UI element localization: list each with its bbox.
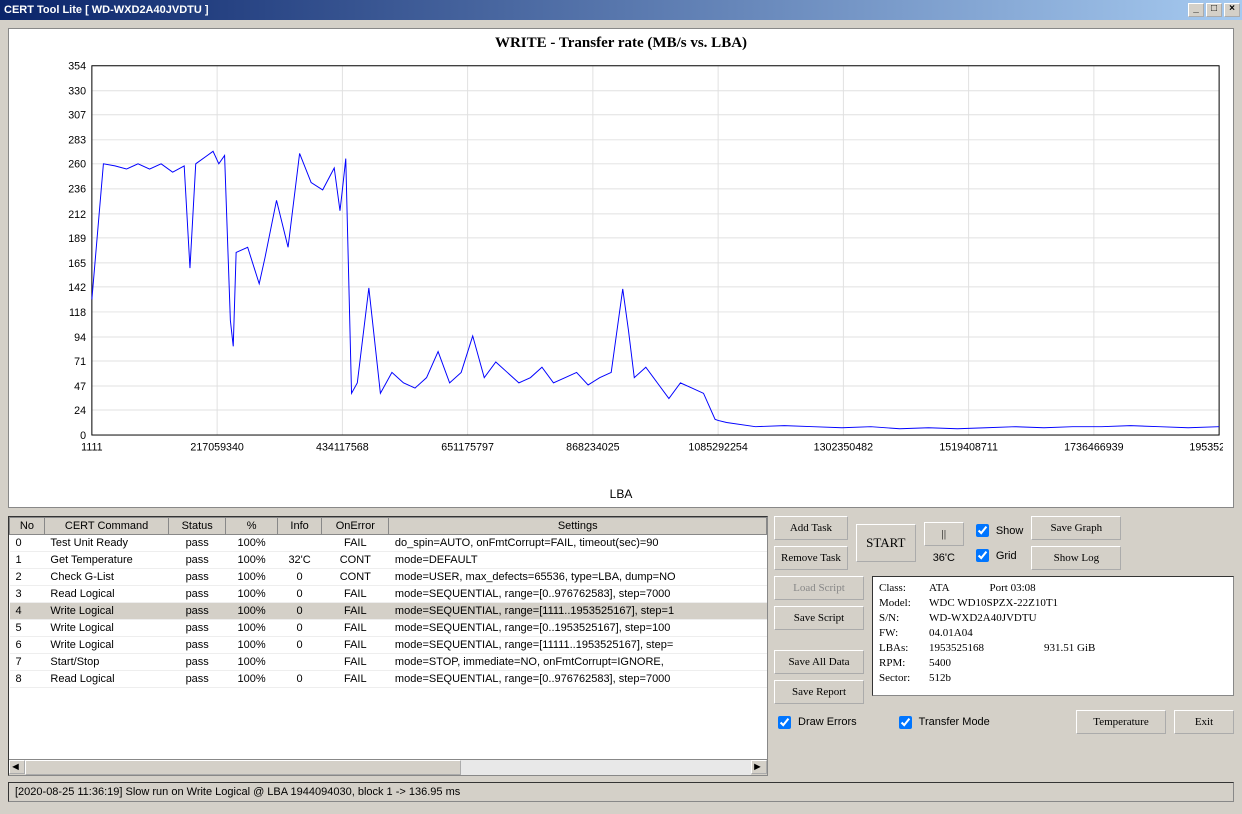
minimize-button[interactable]: _ (1188, 3, 1204, 17)
command-table: NoCERT CommandStatus%InfoOnErrorSettings… (8, 516, 768, 776)
remove-task-button[interactable]: Remove Task (774, 546, 848, 570)
svg-text:1519408711: 1519408711 (939, 442, 998, 454)
svg-text:354: 354 (68, 61, 86, 73)
svg-text:217059340: 217059340 (190, 442, 243, 454)
draw-errors-checkbox[interactable]: Draw Errors (774, 713, 857, 732)
svg-text:94: 94 (74, 332, 86, 344)
svg-text:283: 283 (68, 135, 86, 147)
svg-text:434117568: 434117568 (316, 442, 369, 454)
temperature-readout: 36'C (924, 552, 964, 564)
column-header[interactable]: No (10, 518, 45, 535)
svg-text:142: 142 (68, 282, 86, 294)
svg-text:165: 165 (68, 258, 86, 270)
grid-checkbox[interactable]: Grid (972, 546, 1024, 565)
save-all-button[interactable]: Save All Data (774, 650, 864, 674)
svg-text:1953525168: 1953525168 (1189, 442, 1223, 454)
svg-text:1111: 1111 (81, 442, 102, 454)
transfer-mode-checkbox[interactable]: Transfer Mode (895, 713, 990, 732)
table-row[interactable]: 4Write Logicalpass100%0FAILmode=SEQUENTI… (10, 603, 767, 620)
window-title: CERT Tool Lite [ WD-WXD2A40JVDTU ] (4, 4, 209, 16)
load-script-button[interactable]: Load Script (774, 576, 864, 600)
svg-text:236: 236 (68, 184, 86, 196)
maximize-button[interactable]: □ (1206, 3, 1222, 17)
column-header[interactable]: Settings (389, 518, 767, 535)
column-header[interactable]: Info (277, 518, 321, 535)
svg-text:0: 0 (80, 430, 86, 442)
chart-title: WRITE - Transfer rate (MB/s vs. LBA) (9, 29, 1233, 58)
add-task-button[interactable]: Add Task (774, 516, 848, 540)
chart-plot: 0 24 47 71 94 118 142 165 189 212 236 260 283 307 330 3… (53, 61, 1223, 467)
table-row[interactable]: 7Start/Stoppass100%FAILmode=STOP, immedi… (10, 654, 767, 671)
svg-text:868234025: 868234025 (566, 442, 619, 454)
table-row[interactable]: 1Get Temperaturepass100%32'CCONTmode=DEF… (10, 552, 767, 569)
status-bar: [2020-08-25 11:36:19] Slow run on Write … (8, 782, 1234, 802)
svg-text:260: 260 (68, 159, 86, 171)
svg-text:71: 71 (74, 356, 86, 368)
svg-text:1085292254: 1085292254 (688, 442, 747, 454)
close-button[interactable]: × (1224, 3, 1240, 17)
column-header[interactable]: OnError (322, 518, 389, 535)
save-report-button[interactable]: Save Report (774, 680, 864, 704)
svg-text:330: 330 (68, 86, 86, 98)
table-row[interactable]: 6Write Logicalpass100%0FAILmode=SEQUENTI… (10, 637, 767, 654)
column-header[interactable]: CERT Command (44, 518, 168, 535)
save-script-button[interactable]: Save Script (774, 606, 864, 630)
chart-panel: WRITE - Transfer rate (MB/s vs. LBA) 0 24… (8, 28, 1234, 508)
command-grid[interactable]: NoCERT CommandStatus%InfoOnErrorSettings… (9, 517, 767, 688)
chart-xlabel: LBA (9, 487, 1233, 501)
show-log-button[interactable]: Show Log (1031, 546, 1121, 570)
table-row[interactable]: 2Check G-Listpass100%0CONTmode=USER, max… (10, 569, 767, 586)
table-hscrollbar[interactable]: ◄ ► (9, 759, 767, 775)
temperature-button[interactable]: Temperature (1076, 710, 1166, 734)
column-header[interactable]: Status (169, 518, 226, 535)
svg-text:1302350482: 1302350482 (814, 442, 873, 454)
start-button[interactable]: START (856, 524, 916, 562)
save-graph-button[interactable]: Save Graph (1031, 516, 1121, 540)
table-row[interactable]: 3Read Logicalpass100%0FAILmode=SEQUENTIA… (10, 586, 767, 603)
exit-button[interactable]: Exit (1174, 710, 1234, 734)
svg-text:118: 118 (69, 307, 86, 319)
svg-text:189: 189 (68, 233, 86, 245)
svg-text:651175797: 651175797 (441, 442, 494, 454)
svg-text:24: 24 (74, 405, 86, 417)
show-checkbox[interactable]: Show (972, 521, 1024, 540)
titlebar: CERT Tool Lite [ WD-WXD2A40JVDTU ] _ □ × (0, 0, 1242, 20)
table-row[interactable]: 8Read Logicalpass100%0FAILmode=SEQUENTIA… (10, 671, 767, 688)
svg-text:307: 307 (68, 110, 86, 122)
svg-text:47: 47 (74, 381, 86, 393)
table-row[interactable]: 0Test Unit Readypass100%FAILdo_spin=AUTO… (10, 535, 767, 552)
table-row[interactable]: 5Write Logicalpass100%0FAILmode=SEQUENTI… (10, 620, 767, 637)
drive-info: Class:ATAPort 03:08 Model:WDC WD10SPZX-2… (872, 576, 1234, 696)
column-header[interactable]: % (226, 518, 278, 535)
pause-button[interactable]: || (924, 522, 964, 546)
svg-text:212: 212 (68, 209, 86, 221)
svg-text:1736466939: 1736466939 (1064, 442, 1123, 454)
